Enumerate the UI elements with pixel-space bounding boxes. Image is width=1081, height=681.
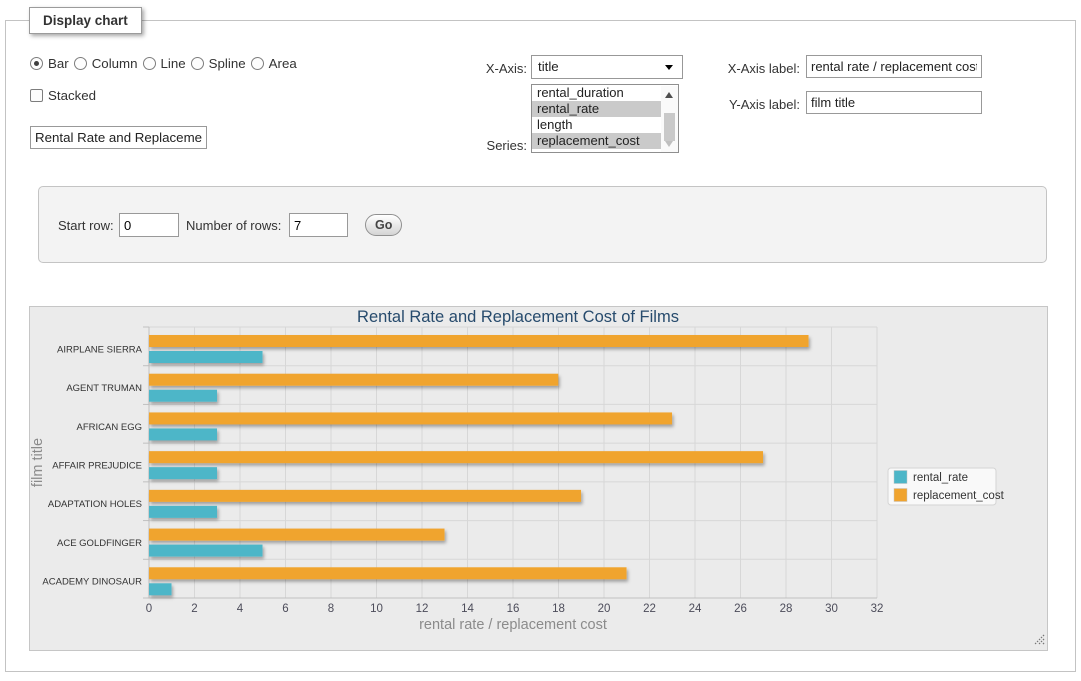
svg-text:ACE GOLDFINGER: ACE GOLDFINGER	[57, 538, 142, 549]
scroll-down-arrow-icon[interactable]	[665, 141, 673, 147]
bar-rental_rate	[149, 467, 217, 479]
svg-text:28: 28	[780, 603, 793, 615]
legend-label-replacement_cost[interactable]: replacement_cost	[913, 490, 1005, 502]
number-of-rows-label: Number of rows:	[186, 218, 281, 233]
bar-replacement_cost	[149, 567, 627, 579]
go-button[interactable]: Go	[365, 214, 402, 236]
chart-title: Rental Rate and Replacement Cost of Film…	[357, 308, 679, 326]
x-axis-label-input[interactable]	[806, 55, 982, 78]
series-option-rental_duration[interactable]: rental_duration	[532, 85, 661, 101]
chart: AIRPLANE SIERRA AGENT TRUMAN AFRICAN EGG AF…	[30, 307, 1047, 650]
category-labels: AIRPLANE SIERRA AGENT TRUMAN AFRICAN EGG AF…	[42, 344, 142, 587]
bar-replacement_cost	[149, 490, 581, 502]
svg-text:12: 12	[416, 603, 429, 615]
chart-type-radio-spline[interactable]: Spline	[191, 56, 246, 71]
svg-text:24: 24	[689, 603, 702, 615]
radio-button[interactable]	[191, 57, 204, 70]
svg-text:8: 8	[328, 603, 334, 615]
bar-replacement_cost	[149, 529, 445, 541]
chart-type-radio-line[interactable]: Line	[143, 56, 186, 71]
start-row-input[interactable]	[119, 213, 179, 237]
radio-button[interactable]	[251, 57, 264, 70]
fieldset-legend: Display chart	[29, 7, 142, 34]
series-option-length[interactable]: length	[532, 117, 661, 133]
svg-text:14: 14	[461, 603, 474, 615]
start-row-label: Start row:	[58, 218, 114, 233]
bar-replacement_cost	[149, 412, 672, 424]
bar-rental_rate	[149, 506, 217, 518]
bar-rental_rate	[149, 545, 263, 557]
chart-container: AIRPLANE SIERRA AGENT TRUMAN AFRICAN EGG AF…	[29, 306, 1048, 651]
y-axis-label-label: Y-Axis label:	[660, 97, 800, 112]
chart-x-axis-title: rental rate / replacement cost	[419, 617, 607, 633]
svg-text:32: 32	[871, 603, 884, 615]
bar-replacement_cost	[149, 335, 809, 347]
svg-text:26: 26	[734, 603, 747, 615]
bar-replacement_cost	[149, 374, 558, 386]
radio-label: Line	[161, 56, 186, 71]
legend-symbol-rental_rate[interactable]	[894, 471, 907, 484]
chart-type-radio-column[interactable]: Column	[74, 56, 138, 71]
scrollbar-thumb[interactable]	[664, 113, 675, 141]
number-of-rows-input[interactable]	[289, 213, 348, 237]
y-axis-label-input[interactable]	[806, 91, 982, 114]
fieldset-legend-text: Display chart	[43, 13, 128, 28]
x-axis-label-label: X-Axis label:	[660, 61, 800, 76]
chart-type-radio-group: Bar Column Line Spline Area	[30, 56, 297, 71]
series-list-label: Series:	[420, 138, 527, 153]
svg-text:ADAPTATION HOLES: ADAPTATION HOLES	[48, 499, 142, 510]
series-listbox[interactable]: rental_durationrental_ratelengthreplacem…	[531, 84, 679, 153]
svg-text:4: 4	[237, 603, 244, 615]
svg-text:AFRICAN EGG: AFRICAN EGG	[77, 422, 142, 433]
svg-text:10: 10	[370, 603, 383, 615]
radio-button[interactable]	[74, 57, 87, 70]
series-option-replacement_cost[interactable]: replacement_cost	[532, 133, 661, 149]
svg-text:0: 0	[146, 603, 152, 615]
legend-symbol-replacement_cost[interactable]	[894, 489, 907, 502]
svg-text:AGENT TRUMAN: AGENT TRUMAN	[66, 383, 142, 394]
svg-text:ACADEMY DINOSAUR: ACADEMY DINOSAUR	[42, 577, 142, 588]
radio-label: Spline	[209, 56, 246, 71]
radio-label: Area	[269, 56, 297, 71]
svg-text:22: 22	[643, 603, 656, 615]
series-option-rental_rate[interactable]: rental_rate	[532, 101, 661, 117]
radio-label: Column	[92, 56, 138, 71]
rows-panel: Start row: Number of rows: Go	[38, 186, 1047, 263]
chart-bars	[149, 335, 809, 595]
bar-rental_rate	[149, 428, 217, 440]
svg-text:16: 16	[507, 603, 520, 615]
svg-text:18: 18	[552, 603, 565, 615]
svg-text:20: 20	[598, 603, 611, 615]
stacked-checkbox[interactable]	[30, 89, 43, 102]
legend-label-rental_rate[interactable]: rental_rate	[913, 472, 968, 484]
radio-button[interactable]	[30, 57, 43, 70]
x-axis-select-label: X-Axis:	[400, 61, 527, 76]
stacked-checkbox-row[interactable]: Stacked	[30, 88, 96, 103]
chart-y-axis-title: film title	[30, 438, 46, 487]
bar-rental_rate	[149, 390, 217, 402]
chart-legend: rental_rate replacement_cost	[888, 468, 1005, 505]
svg-text:6: 6	[282, 603, 288, 615]
resize-handle[interactable]	[1035, 635, 1044, 644]
radio-button[interactable]	[143, 57, 156, 70]
bar-rental_rate	[149, 351, 263, 363]
svg-text:30: 30	[825, 603, 838, 615]
chart-type-radio-bar[interactable]: Bar	[30, 56, 69, 71]
x-tick-labels: 02468101214161820222426283032	[146, 603, 884, 615]
svg-text:AIRPLANE SIERRA: AIRPLANE SIERRA	[57, 344, 143, 355]
radio-label: Bar	[48, 56, 69, 71]
bar-rental_rate	[149, 583, 172, 595]
bar-replacement_cost	[149, 451, 763, 463]
stacked-label: Stacked	[48, 88, 96, 103]
x-axis-select-value: title	[538, 59, 559, 74]
chart-type-radio-area[interactable]: Area	[251, 56, 297, 71]
svg-text:2: 2	[191, 603, 197, 615]
chart-title-input[interactable]	[30, 126, 207, 149]
scrollbar[interactable]	[661, 86, 678, 152]
svg-text:AFFAIR PREJUDICE: AFFAIR PREJUDICE	[52, 461, 142, 472]
series-options: rental_durationrental_ratelengthreplacem…	[532, 85, 678, 149]
